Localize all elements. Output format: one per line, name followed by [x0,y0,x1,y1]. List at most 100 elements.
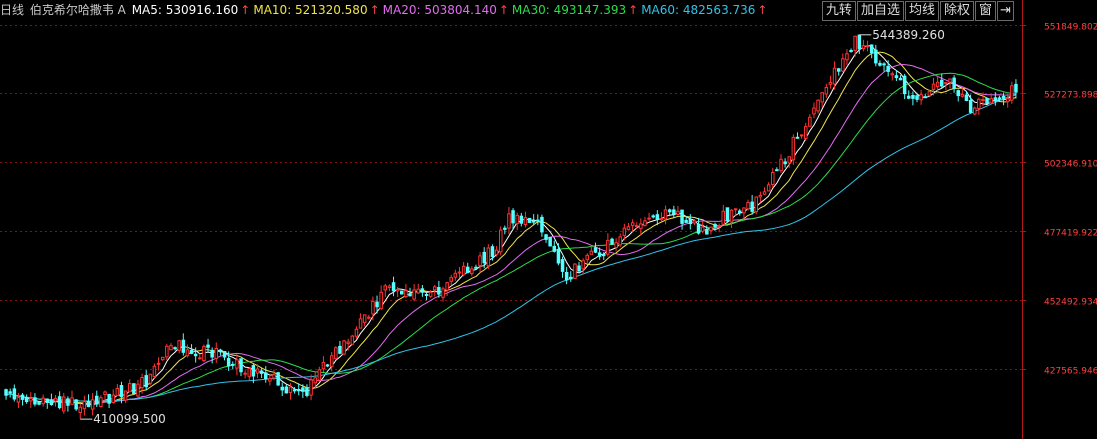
ma-legend-item: MA20: 503804.140 [382,3,497,17]
candle-body [911,95,915,99]
ma-line [5,51,1017,405]
candle-body [841,58,845,72]
candle-body [144,375,148,388]
candle-body [49,400,54,406]
candle-body [668,209,672,213]
candle-body [783,161,787,165]
candle-body [8,391,12,394]
candle-body [301,387,305,392]
candle-body [198,357,202,360]
candle-body [898,77,903,81]
chart-header: 日线 伯克希尔哈撒韦 A MA5: 530916.160 ↑ MA10: 52132… [0,0,772,20]
jiuzhuan-button[interactable]: 九转 [821,1,856,21]
candle-body [581,260,585,270]
toolbar: 九转 加自选 均线 除权 窗 ⇥ [821,1,1014,21]
candle-body [956,90,960,97]
candlestick-chart[interactable]: 544389.260 410099.500 551849.802 527273.89… [0,0,1097,439]
candle-body [276,372,280,386]
candle-body [29,397,33,402]
candle-body [618,236,622,246]
candle-body [663,209,668,220]
arrow-up-icon: ↑ [757,3,768,17]
candle-body [552,245,556,252]
annotation-label: 410099.500 [93,412,166,426]
candle-body [325,364,330,367]
candle-body [935,81,940,88]
candle-body [795,136,800,139]
window-button[interactable]: 窗 [974,1,996,21]
candle-body [156,362,161,365]
ma-line [5,93,1017,402]
candle-body [1014,83,1018,93]
candle-body [651,215,655,218]
candle-body [148,373,153,384]
candle-body [845,53,849,61]
candle-body [107,393,111,404]
candle-body [74,399,78,410]
candle-body [350,335,355,345]
candle-body [729,209,734,223]
arrow-up-icon: ↑ [240,3,251,17]
candle-body [474,266,478,269]
candle-body [428,291,433,297]
candle-body [400,290,404,295]
candle-body [383,285,387,291]
collapse-arrow-icon[interactable]: ⇥ [997,1,1014,21]
ma-lines-button[interactable]: 均线 [904,1,939,21]
candle-body [1001,95,1006,99]
candle-body [832,67,837,85]
candle-body [132,383,136,395]
candle-body [861,45,866,50]
candle-body [684,219,688,223]
candle-body [882,63,886,66]
period-label: 日线 [0,3,25,17]
candle-body [453,272,458,278]
candle-body [886,65,890,72]
candle-body [519,215,524,224]
candle-body [659,218,664,221]
candle-body [222,351,227,358]
candle-body [321,361,326,370]
candle-body [461,265,466,276]
candle-body [226,357,231,367]
candle-body [99,397,103,408]
annotation-label: 544389.260 [872,28,945,42]
candle-body [272,374,276,379]
candle-body [1006,98,1010,103]
candle-body [639,223,643,229]
candle-body [556,248,561,264]
candle-body [95,395,99,405]
candle-body [775,169,779,172]
y-tick-label: 502346.910 [1044,160,1097,170]
candle-body [494,249,499,255]
candle-body [973,107,977,115]
candle-body [733,208,738,211]
candle-body [371,300,375,315]
candle-body [259,370,264,374]
candle-body [725,207,730,222]
candle-body [41,397,45,405]
candle-body [33,397,37,405]
candle-body [482,251,486,264]
ex-rights-button[interactable]: 除权 [939,1,974,21]
candle-body [478,255,482,267]
candle-body [251,365,256,377]
y-tick-label: 477419.922 [1044,229,1097,239]
candle-body [750,201,754,212]
ma-legend-item: MA5: 530916.160 [131,3,239,17]
candle-body [181,339,186,353]
candle-body [309,379,313,396]
add-watchlist-button[interactable]: 加自选 [856,1,904,21]
candle-body [243,372,247,375]
candle-body [742,207,746,214]
candle-body [1010,85,1014,101]
candle-body [948,78,952,83]
candle-body [700,226,705,232]
candle-body [952,77,956,89]
candle-body [548,236,552,247]
candle-body [915,95,919,100]
candle-body [527,217,532,223]
candle-body [746,202,750,210]
candle-body [338,345,342,354]
candle-body [738,210,742,214]
